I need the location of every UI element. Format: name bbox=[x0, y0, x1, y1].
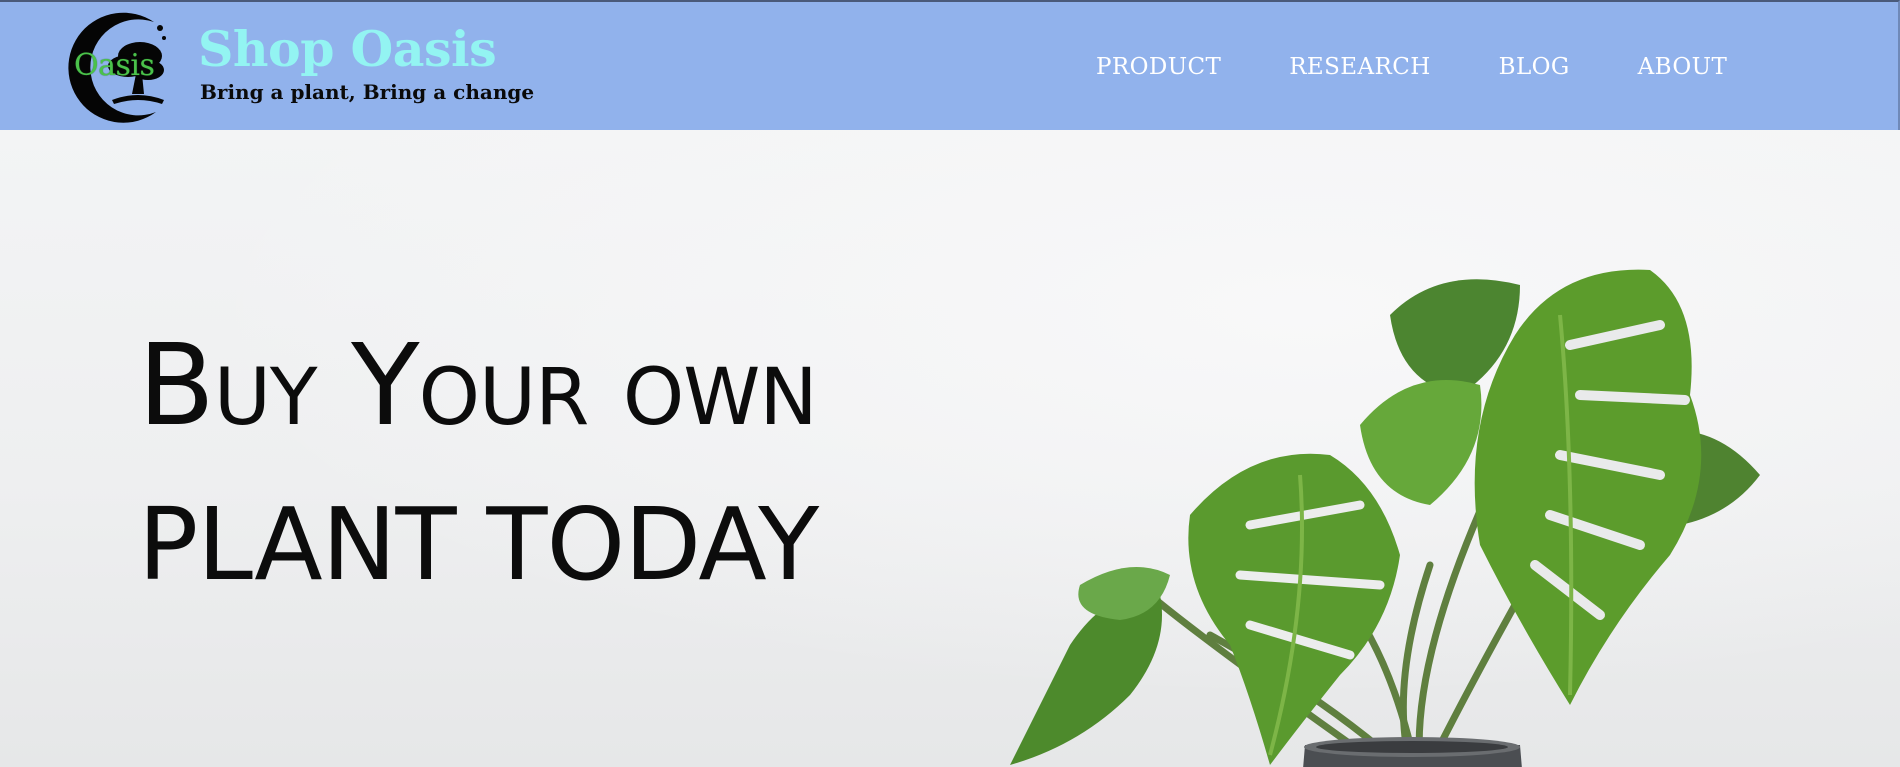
logo-word: Oasis bbox=[74, 48, 155, 83]
site-header: Oasis Shop Oasis Bring a plant, Bring a … bbox=[0, 0, 1900, 130]
hero-headline-line2: plant today bbox=[138, 486, 819, 603]
brand-title[interactable]: Shop Oasis bbox=[198, 20, 497, 78]
brand-tagline: Bring a plant, Bring a change bbox=[200, 80, 535, 104]
hero-banner: Buy Your own plant today bbox=[0, 130, 1900, 767]
logo[interactable]: Oasis bbox=[52, 8, 170, 124]
main-nav: PRODUCT RESEARCH BLOG ABOUT bbox=[1096, 54, 1727, 80]
monstera-plant-image bbox=[1010, 269, 1760, 767]
hero-headline-line1: Buy Your own bbox=[138, 321, 818, 451]
nav-blog-link[interactable]: BLOG bbox=[1499, 54, 1570, 80]
nav-about-link[interactable]: ABOUT bbox=[1638, 54, 1728, 80]
nav-product-link[interactable]: PRODUCT bbox=[1096, 54, 1221, 80]
nav-research-link[interactable]: RESEARCH bbox=[1289, 54, 1430, 80]
